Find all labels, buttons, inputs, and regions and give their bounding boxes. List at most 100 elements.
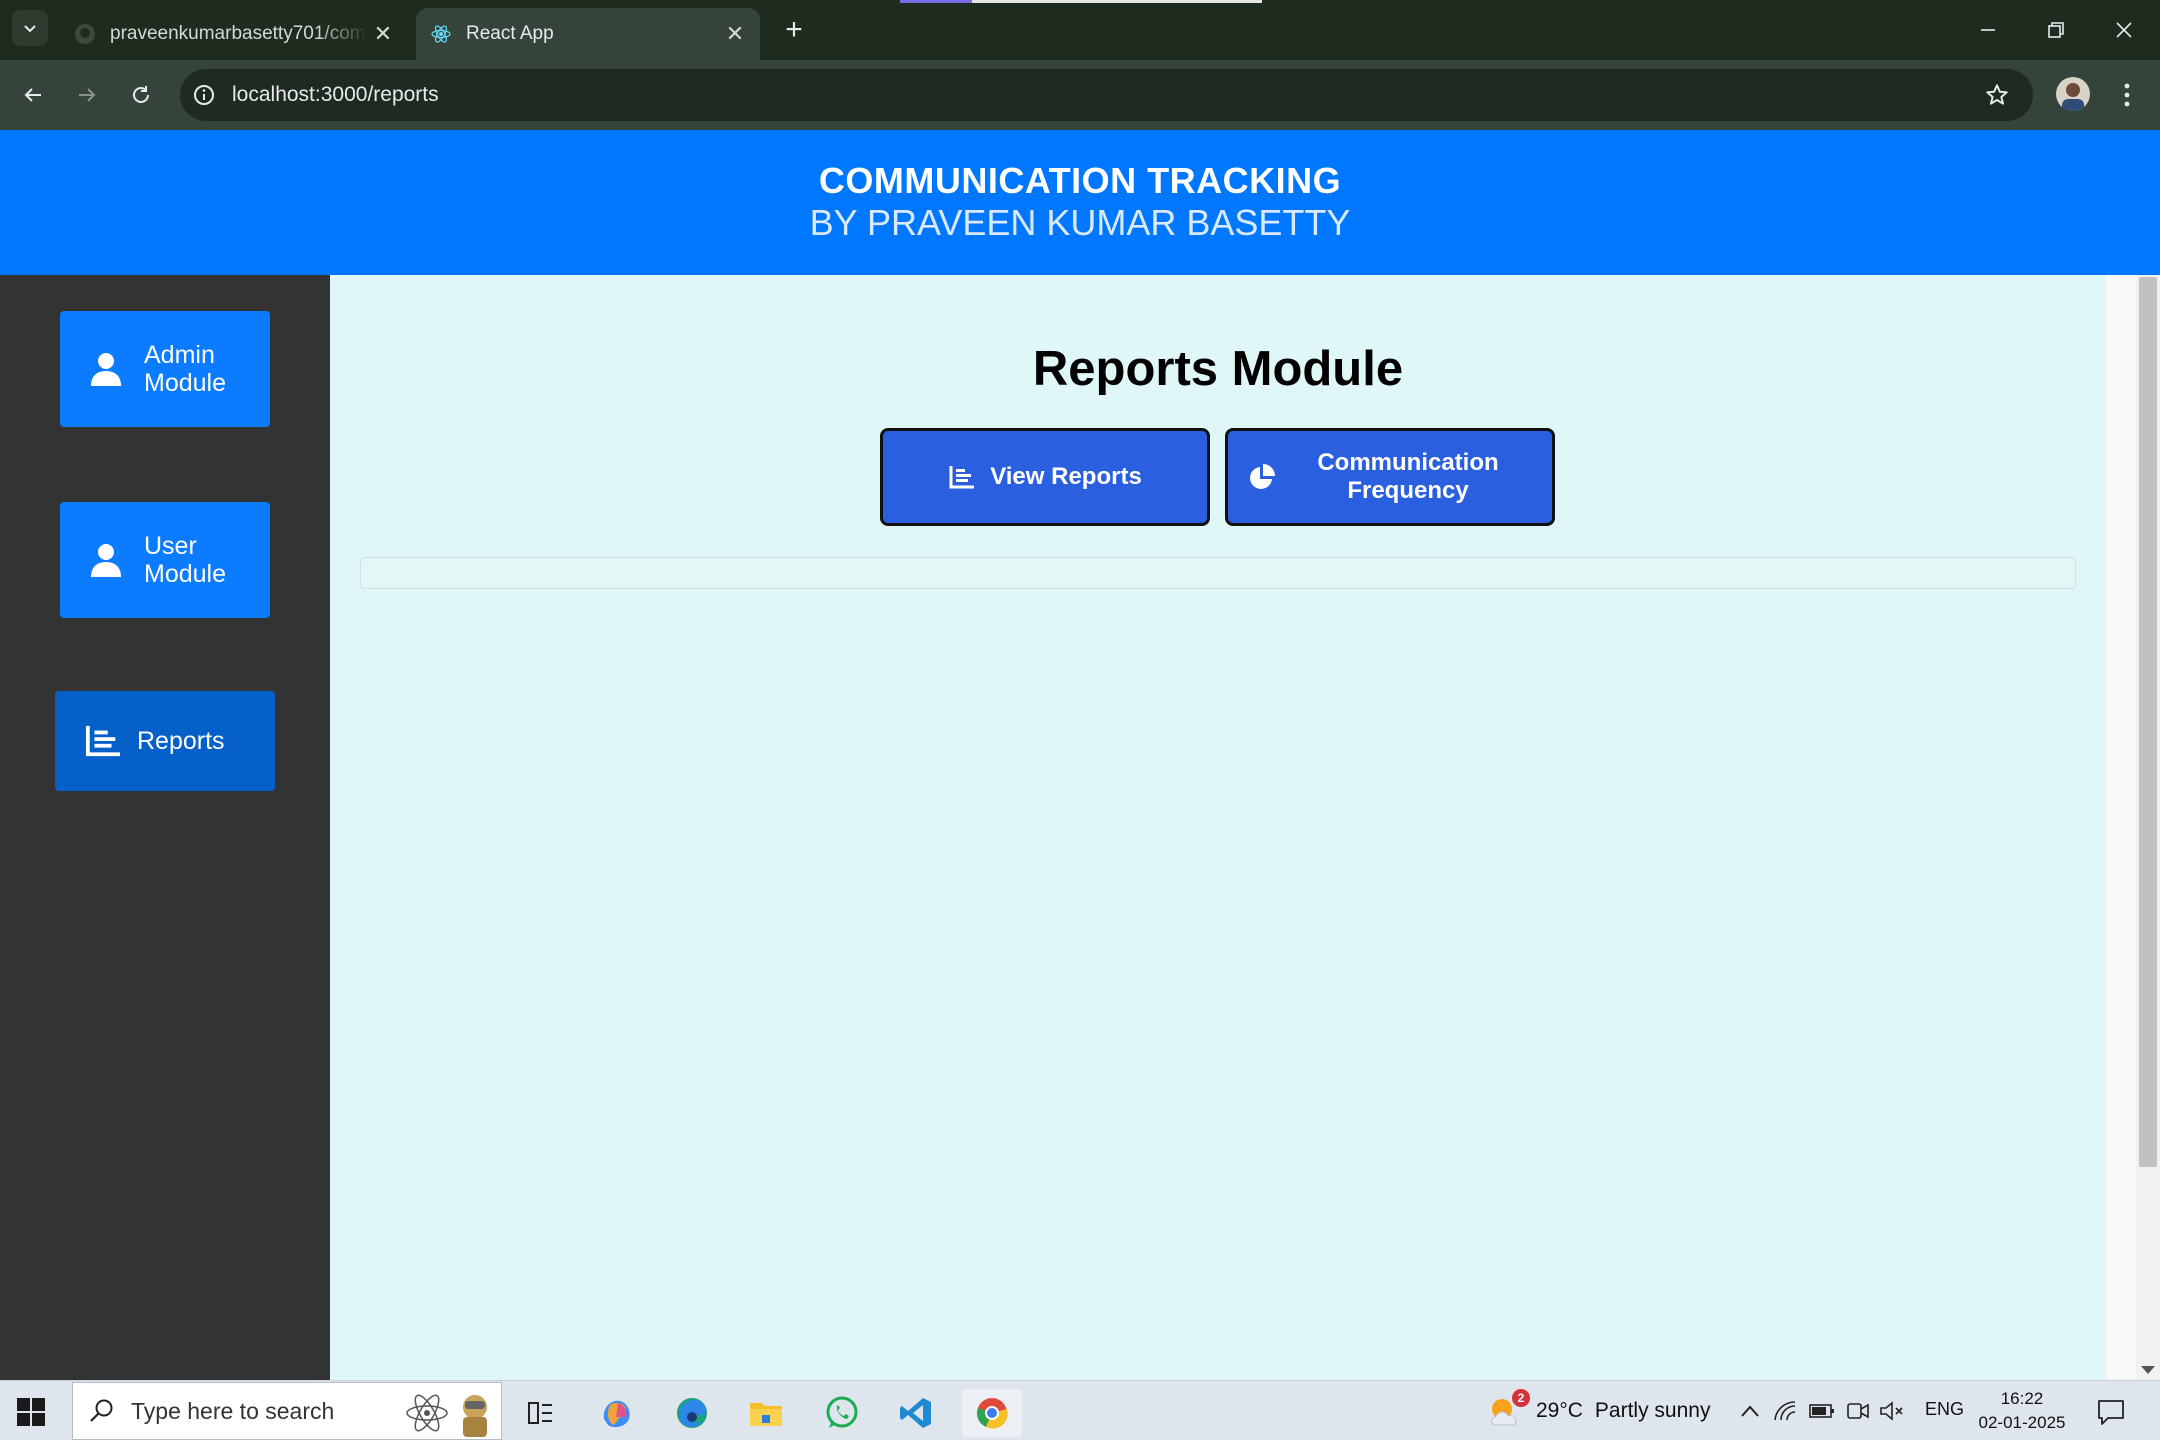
label-line: Admin	[144, 341, 215, 369]
task-view-icon	[528, 1402, 552, 1424]
profile-avatar[interactable]	[2056, 77, 2090, 111]
user-icon	[88, 351, 124, 387]
partly-sunny-icon: 2	[1486, 1389, 1530, 1431]
page-title: Reports Module	[1032, 342, 1404, 396]
restore-button[interactable]	[2036, 12, 2076, 48]
weather-widget[interactable]: 2 29°C Partly sunny	[1486, 1389, 1710, 1433]
weather-description: Partly sunny	[1594, 1399, 1711, 1422]
search-placeholder: Type here to search	[131, 1397, 335, 1424]
page-scrollbar[interactable]	[2136, 275, 2160, 1380]
label-line: Frequency	[1347, 477, 1469, 504]
forward-button[interactable]	[68, 76, 106, 114]
taskbar-app-whatsapp[interactable]	[812, 1389, 872, 1437]
arrow-right-icon	[79, 88, 96, 102]
close-window-button[interactable]	[2104, 12, 2144, 48]
volume-muted-icon[interactable]	[1878, 1397, 1906, 1425]
clock-date: 02-01-2025	[1978, 1413, 2066, 1432]
clock-time: 16:22	[2000, 1389, 2044, 1408]
taskbar-app-edge[interactable]	[662, 1389, 722, 1437]
windows-logo-icon	[17, 1398, 45, 1426]
chevron-down-icon	[24, 25, 36, 33]
communication-frequency-button[interactable]: Communication Frequency	[1225, 428, 1555, 526]
minimize-button[interactable]	[1968, 12, 2008, 48]
reload-icon	[133, 86, 149, 103]
label-line: Module	[144, 560, 226, 588]
app-subtitle: BY PRAVEEN KUMAR BASETTY	[809, 202, 1351, 243]
show-hidden-icons-button[interactable]	[1736, 1397, 1764, 1425]
weather-temp: 29°C	[1536, 1399, 1583, 1422]
tab-github[interactable]: praveenkumarbasetty701/comm ✕	[60, 8, 408, 60]
back-button[interactable]	[14, 76, 52, 114]
taskbar-search-box[interactable]: Type here to search	[72, 1382, 502, 1440]
sidebar-item-reports[interactable]: Reports	[55, 691, 275, 791]
reload-button[interactable]	[122, 76, 160, 114]
scrollbar-thumb[interactable]	[2139, 277, 2157, 1167]
input-language[interactable]: ENG	[1925, 1399, 1964, 1420]
site-info-icon[interactable]	[190, 81, 218, 109]
battery-icon[interactable]	[1808, 1397, 1836, 1425]
user-icon	[88, 542, 124, 578]
address-bar[interactable]: localhost:3000/reports	[180, 69, 2033, 121]
react-icon	[430, 23, 452, 45]
whatsapp-icon	[826, 1396, 858, 1428]
windows-taskbar: Type here to search 2 29°C Partly sunny …	[0, 1380, 2160, 1440]
close-icon[interactable]: ✕	[368, 19, 398, 49]
more-vertical-icon	[2124, 83, 2130, 107]
close-icon[interactable]: ✕	[720, 19, 750, 49]
edge-icon	[677, 1398, 707, 1428]
notification-center-button[interactable]	[2096, 1397, 2126, 1427]
url-path: :3000/reports	[314, 83, 439, 106]
network-icon[interactable]	[1772, 1397, 1800, 1425]
chevron-up-icon	[1741, 1405, 1759, 1417]
chat-bubble-icon	[2098, 1400, 2124, 1425]
tab-title: praveenkumarbasetty701/comm	[110, 23, 368, 44]
camera-icon[interactable]	[1844, 1397, 1872, 1425]
browser-toolbar: localhost:3000/reports	[0, 60, 2160, 130]
url-text: localhost:3000/reports	[232, 83, 439, 107]
notification-badge: 2	[1512, 1389, 1530, 1407]
close-icon	[2116, 22, 2132, 38]
sidebar: Admin Module User Module Reports	[0, 275, 330, 1380]
taskbar-app-file-explorer[interactable]	[736, 1389, 796, 1437]
github-icon	[74, 23, 96, 45]
taskbar-app-chrome[interactable]	[962, 1389, 1022, 1437]
sidebar-item-user-module[interactable]: User Module	[60, 502, 270, 618]
button-label: View Reports	[990, 463, 1142, 490]
app-header: COMMUNICATION TRACKING BY PRAVEEN KUMAR …	[0, 130, 2160, 275]
app-title: COMMUNICATION TRACKING	[818, 160, 1342, 201]
tab-title: React App	[466, 23, 554, 44]
new-tab-button[interactable]: +	[778, 13, 810, 46]
view-reports-button[interactable]: View Reports	[880, 428, 1210, 526]
restore-icon	[2048, 22, 2064, 38]
tab-react-app[interactable]: React App ✕	[416, 8, 760, 60]
browser-tab-bar: praveenkumarbasetty701/comm ✕ React App …	[0, 0, 2160, 60]
taskbar-app-vscode[interactable]	[886, 1389, 946, 1437]
tab-search-button[interactable]	[12, 10, 48, 46]
task-view-button[interactable]	[510, 1389, 570, 1437]
label-line: User	[144, 532, 197, 560]
taskbar-app-copilot[interactable]	[586, 1389, 646, 1437]
sidebar-item-label: User Module	[144, 532, 226, 588]
bookmark-star-icon[interactable]	[1983, 81, 2011, 109]
pie-chart-icon	[1248, 463, 1276, 491]
page-edge	[2106, 275, 2136, 1380]
label-line: Module	[144, 369, 226, 397]
browser-menu-button[interactable]	[2112, 76, 2142, 114]
button-label: Communication Frequency	[1317, 449, 1498, 505]
copilot-icon	[603, 1400, 630, 1428]
minimize-icon	[1981, 29, 1995, 31]
report-content-panel	[360, 557, 2076, 589]
scroll-down-arrow-icon[interactable]	[2141, 1366, 2155, 1374]
folder-icon	[750, 1403, 782, 1426]
start-button[interactable]	[16, 1397, 46, 1427]
search-icon	[87, 1396, 117, 1426]
sidebar-item-admin-module[interactable]: Admin Module	[60, 311, 270, 427]
sidebar-item-label: Admin Module	[144, 341, 226, 397]
system-clock[interactable]: 16:22 02-01-2025	[1972, 1387, 2072, 1435]
bar-chart-icon	[948, 463, 976, 491]
chrome-icon	[977, 1398, 1008, 1429]
search-highlight-icon	[397, 1387, 497, 1437]
tab-strip-indicator	[972, 0, 1262, 3]
url-host: localhost	[232, 83, 315, 106]
label-line: Communication	[1317, 449, 1499, 476]
